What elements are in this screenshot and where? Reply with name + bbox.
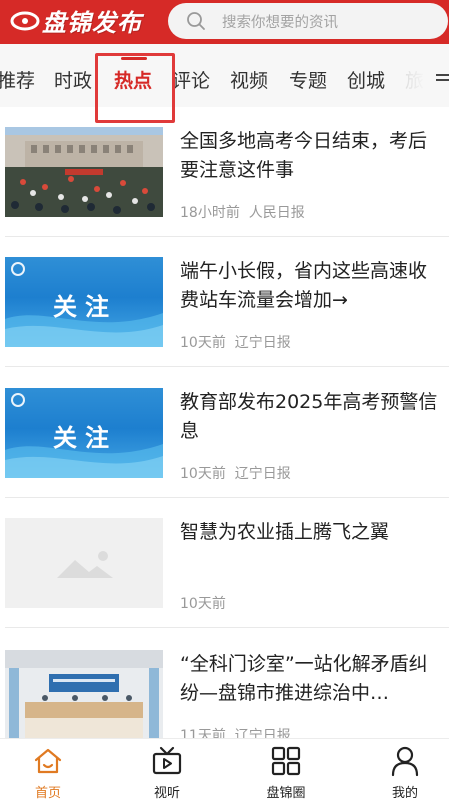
article-meta: 10天前 辽宁日报 — [180, 463, 291, 483]
article-meta: 18小时前 人民日报 — [180, 202, 305, 222]
thumbnail-label: 关注 — [53, 293, 117, 321]
nav-profile[interactable]: 我的 — [349, 739, 449, 801]
more-tabs-button[interactable] — [426, 44, 449, 107]
article-item[interactable]: 关注 教育部发布2025年高考预警信息 10天前 辽宁日报 — [0, 367, 449, 497]
logo-swirl-icon — [10, 11, 40, 31]
tab-chuangcheng[interactable]: 创城 — [347, 66, 385, 93]
article-time: 10天前 — [180, 596, 226, 612]
nav-panjin-circle-label: 盘锦圈 — [266, 786, 306, 801]
tab-shizheng[interactable]: 时政 — [54, 66, 92, 93]
user-icon — [391, 746, 419, 777]
article-time: 18小时前 — [180, 205, 240, 221]
nav-panjin-circle[interactable]: 盘锦圈 — [230, 739, 342, 801]
article-meta: 10天前 辽宁日报 — [180, 332, 291, 352]
article-source: 辽宁日报 — [234, 335, 291, 351]
brand-badge-icon — [11, 393, 25, 407]
article-thumbnail: 关注 — [5, 388, 163, 478]
article-title[interactable]: 智慧为农业插上腾飞之翼 — [180, 518, 442, 547]
menu-icon — [436, 74, 449, 84]
app-screen: 盘锦发布 搜索你想要的资讯 推荐 时政 热点 评论 视频 专题 创城 旅 — [0, 0, 449, 801]
article-thumbnail — [5, 127, 163, 217]
article-thumbnail: 关注 — [5, 257, 163, 347]
article-thumbnail — [5, 650, 163, 740]
tab-tuijian[interactable]: 推荐 — [0, 66, 35, 93]
top-bar: 盘锦发布 搜索你想要的资讯 — [0, 0, 449, 44]
article-title[interactable]: 端午小长假，省内这些高速收费站车流量会增加→ — [180, 257, 442, 315]
article-thumbnail — [5, 518, 163, 608]
article-title[interactable]: 全国多地高考今日结束，考后要注意这件事 — [180, 127, 442, 185]
article-meta: 10天前 — [180, 593, 226, 613]
nav-profile-label: 我的 — [391, 786, 418, 801]
tab-shipin[interactable]: 视频 — [230, 66, 268, 93]
tabs-fade — [386, 44, 426, 107]
nav-home[interactable]: 首页 — [0, 739, 104, 801]
article-title[interactable]: 教育部发布2025年高考预警信息 — [180, 388, 442, 446]
nav-home-label: 首页 — [34, 786, 61, 801]
nav-audiovisual-label: 视听 — [153, 786, 180, 801]
article-item[interactable]: 智慧为农业插上腾飞之翼 10天前 — [0, 498, 449, 628]
search-bar[interactable]: 搜索你想要的资讯 — [168, 3, 448, 39]
search-placeholder: 搜索你想要的资讯 — [222, 14, 338, 31]
home-icon — [34, 748, 62, 774]
search-icon — [187, 12, 205, 30]
logo-text: 盘锦发布 — [42, 8, 142, 37]
article-source: 人民日报 — [248, 205, 305, 221]
article-item[interactable]: 全国多地高考今日结束，考后要注意这件事 18小时前 人民日报 — [0, 107, 449, 237]
app-logo[interactable]: 盘锦发布 — [10, 5, 142, 37]
article-title[interactable]: “全科门诊室”一站化解矛盾纠纷—盘锦市推进综治中… — [180, 650, 442, 708]
article-time: 10天前 — [180, 466, 226, 482]
grid-icon — [271, 746, 301, 776]
thumbnail-label: 关注 — [53, 424, 117, 452]
bottom-navigation: 首页 视听 盘锦圈 我的 — [0, 738, 449, 801]
tab-pinglun[interactable]: 评论 — [172, 66, 210, 93]
article-source: 辽宁日报 — [234, 466, 291, 482]
brand-badge-icon — [11, 262, 25, 276]
category-tabs: 推荐 时政 热点 评论 视频 专题 创城 旅 — [0, 44, 449, 107]
tab-zhuanti[interactable]: 专题 — [289, 66, 327, 93]
article-time: 10天前 — [180, 335, 226, 351]
image-placeholder-icon — [57, 551, 113, 578]
tv-icon — [152, 746, 182, 775]
article-item[interactable]: 关注 端午小长假，省内这些高速收费站车流量会增加→ 10天前 辽宁日报 — [0, 237, 449, 367]
nav-audiovisual[interactable]: 视听 — [111, 739, 223, 801]
